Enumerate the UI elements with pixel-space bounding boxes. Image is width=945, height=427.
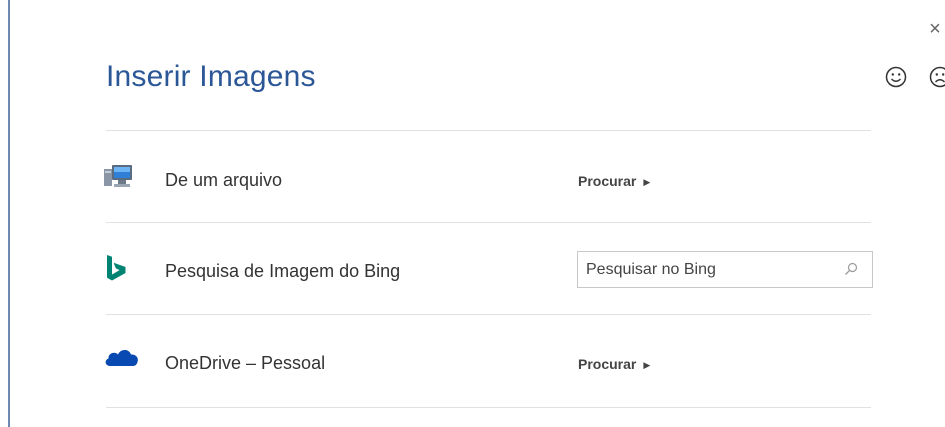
smiley-sad-icon[interactable] (928, 65, 945, 89)
source-label-from-file: De um arquivo (165, 170, 283, 190)
dialog-left-border (8, 0, 10, 427)
caret-right-icon: ▶ (643, 360, 651, 370)
insert-pictures-dialog: × Inserir Imagens De um arquivo Procurar… (0, 0, 945, 427)
bing-search-box (577, 251, 873, 288)
browse-onedrive-link[interactable]: Procurar ▶ (578, 356, 650, 372)
divider (106, 314, 871, 315)
browse-from-file-link[interactable]: Procurar ▶ (578, 173, 650, 189)
source-label-onedrive: OneDrive – Pessoal (165, 353, 326, 373)
bing-logo-icon (107, 255, 126, 281)
divider (106, 130, 871, 131)
divider (106, 222, 871, 223)
caret-right-icon: ▶ (643, 177, 651, 187)
smiley-happy-icon[interactable] (884, 65, 908, 89)
bing-search-input[interactable] (586, 252, 836, 287)
divider (106, 407, 871, 408)
magnifier-icon[interactable] (844, 262, 858, 276)
source-label-bing: Pesquisa de Imagem do Bing (165, 261, 401, 281)
close-button[interactable]: × (926, 19, 944, 39)
browse-label: Procurar (578, 356, 637, 372)
dialog-title: Inserir Imagens (106, 60, 316, 93)
computer-icon (104, 165, 132, 187)
onedrive-cloud-icon (105, 349, 138, 366)
browse-label: Procurar (578, 173, 637, 189)
